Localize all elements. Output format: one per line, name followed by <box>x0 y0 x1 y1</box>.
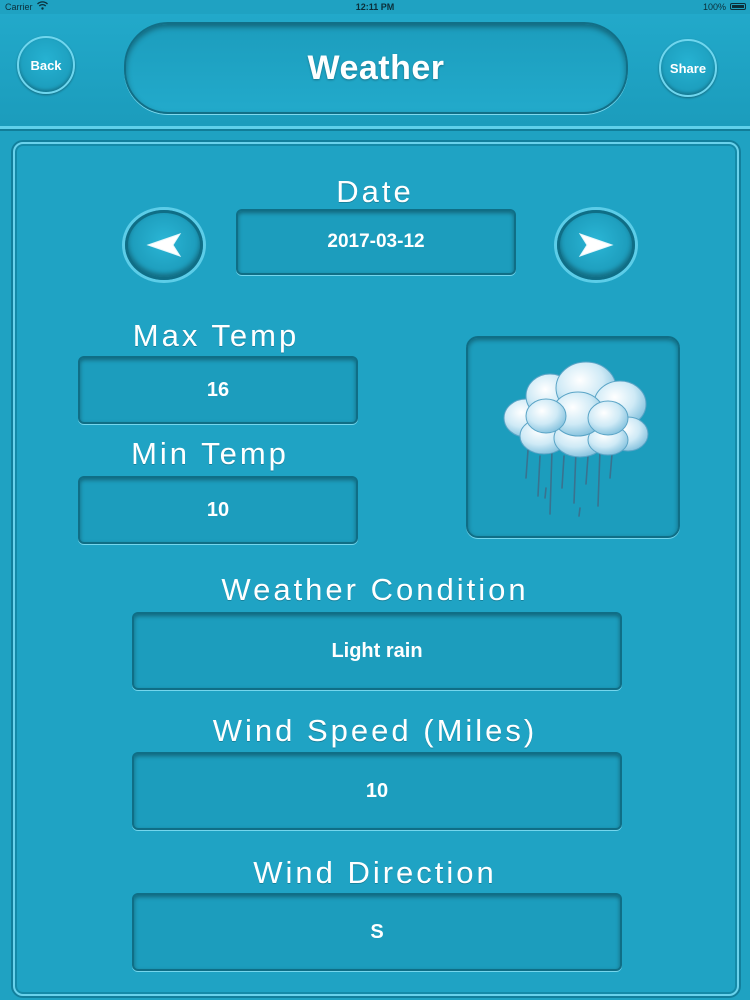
wind-speed-label: Wind Speed (Miles) <box>212 713 538 748</box>
status-bar: Carrier 12:11 PM 100% <box>0 0 750 14</box>
app-window: Carrier 12:11 PM 100% Back Weather Share… <box>0 0 750 1000</box>
wind-speed-field[interactable]: 10 <box>132 752 622 830</box>
min-temp-label: Min Temp <box>131 436 289 471</box>
min-temp-field[interactable]: 10 <box>78 476 358 544</box>
date-field[interactable]: 2017-03-12 <box>236 209 516 275</box>
max-temp-label: Max Temp <box>132 318 300 353</box>
wind-direction-field[interactable]: S <box>132 893 622 971</box>
weather-condition-label: Weather Condition <box>221 572 529 607</box>
battery-icon <box>730 3 746 10</box>
rain-cloud-icon <box>503 361 649 517</box>
max-temp-field[interactable]: 16 <box>78 356 358 424</box>
arrow-left-icon <box>146 233 182 257</box>
next-date-button[interactable] <box>557 210 635 280</box>
weather-condition-field[interactable]: Light rain <box>132 612 622 690</box>
date-label: Date <box>336 174 414 209</box>
weather-icon-box <box>466 336 680 538</box>
page-title: Weather <box>124 22 628 114</box>
back-button[interactable]: Back <box>17 36 75 94</box>
status-time: 12:11 PM <box>355 2 395 12</box>
battery-percent: 100% <box>702 2 726 12</box>
wind-direction-label: Wind Direction <box>253 855 497 890</box>
previous-date-button[interactable] <box>125 210 203 280</box>
share-button[interactable]: Share <box>659 39 717 97</box>
header-bar: Back Weather Share <box>0 14 750 129</box>
arrow-right-icon <box>578 233 614 257</box>
